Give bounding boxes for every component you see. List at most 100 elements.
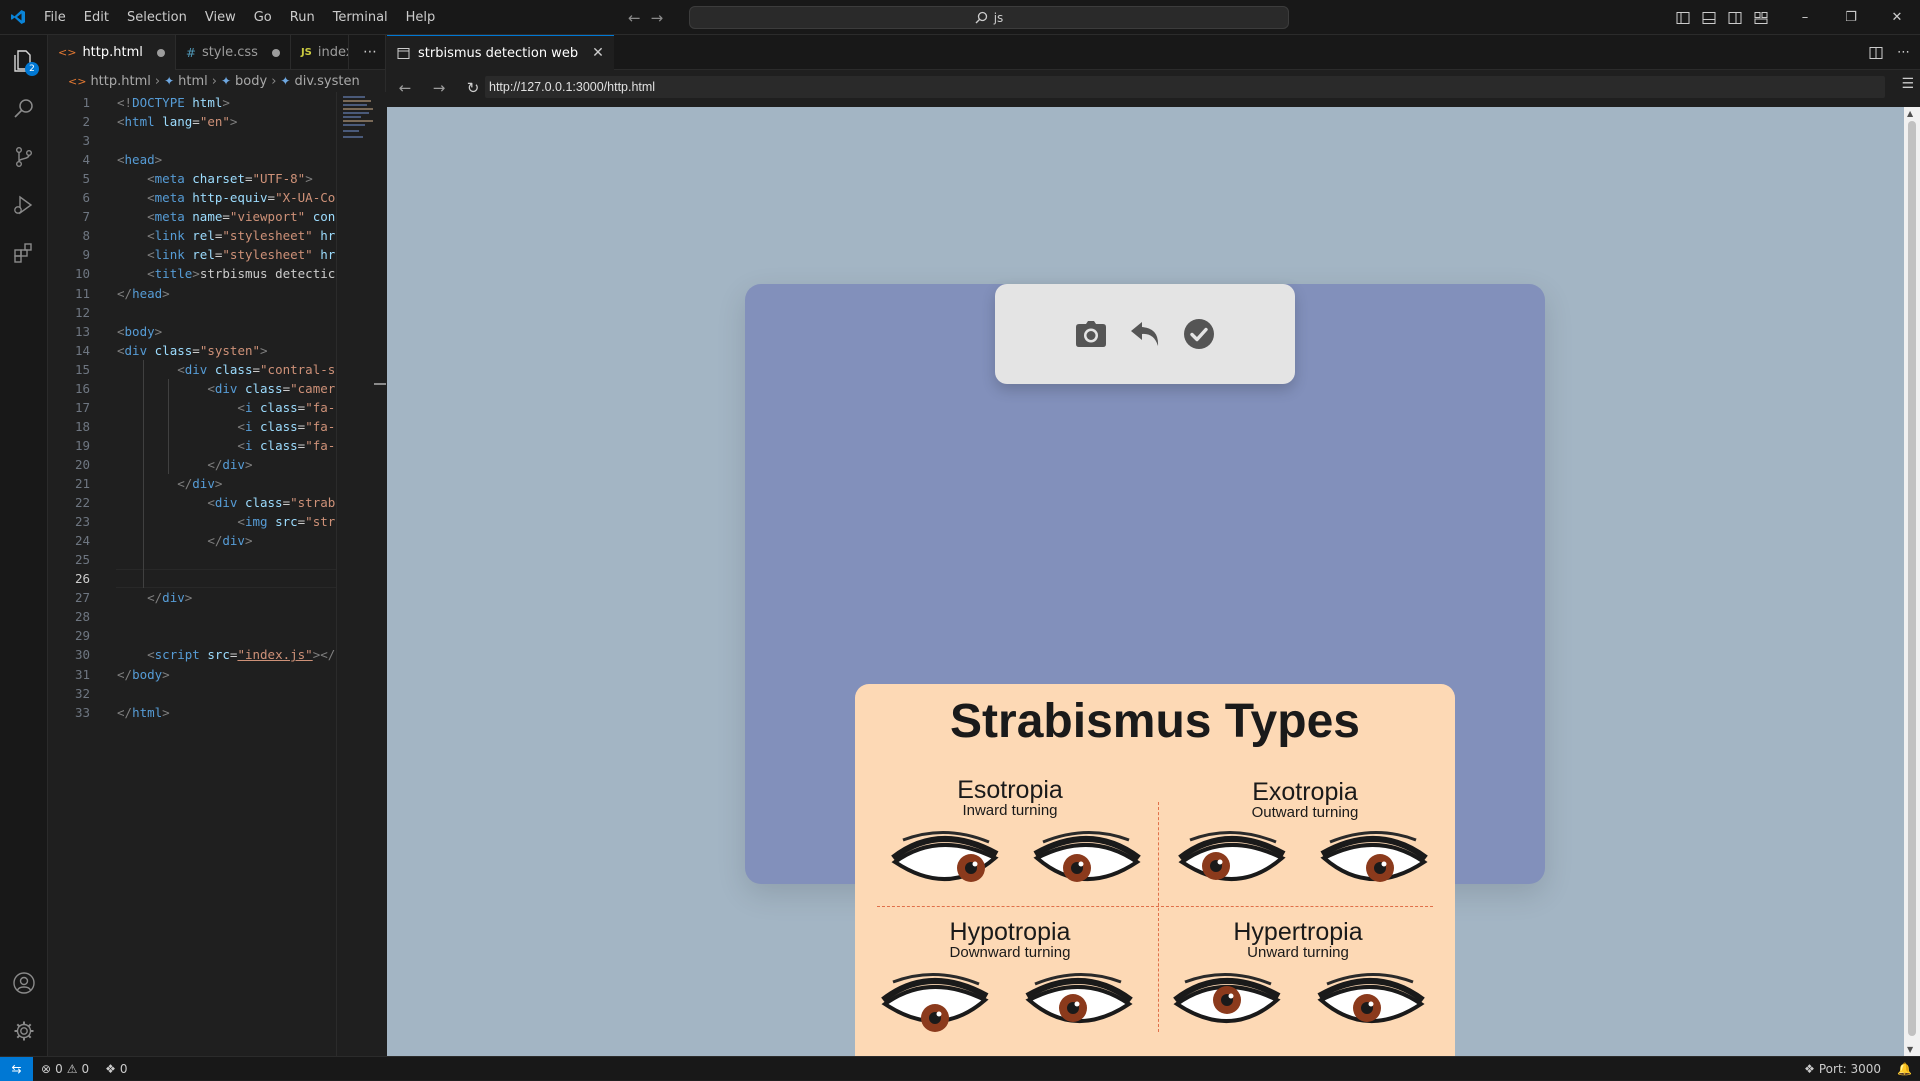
preview-tabs: strbismus detection web ✕ ⋯ — [387, 35, 1920, 70]
toggle-panel-icon[interactable] — [1696, 0, 1722, 35]
toggle-primary-sidebar-icon[interactable] — [1670, 0, 1696, 35]
restore-icon[interactable]: ❐ — [1828, 0, 1874, 35]
back-arrow-icon[interactable]: ← — [628, 9, 641, 27]
problems-indicator[interactable]: ⊗ 0 ⚠ 0 — [33, 1062, 97, 1076]
line-content: <div class="camer — [207, 380, 336, 396]
menu-edit[interactable]: Edit — [75, 0, 118, 35]
menu-go[interactable]: Go — [245, 0, 281, 35]
line-content: <meta charset="UTF-8"> — [147, 171, 313, 187]
line-content: <i class="fa- — [237, 418, 336, 434]
tab-preview[interactable]: strbismus detection web ✕ — [387, 35, 614, 70]
more-actions-icon[interactable]: ⋯ — [1897, 45, 1910, 60]
run-debug-icon[interactable] — [0, 181, 48, 229]
forward-arrow-icon[interactable]: → — [651, 9, 664, 27]
reload-icon[interactable]: ↻ — [463, 79, 483, 97]
element-icon: ✦ — [220, 74, 232, 88]
type-name: Exotropia — [1252, 778, 1358, 806]
close-tab-icon[interactable]: ✕ — [592, 45, 604, 61]
scroll-thumb[interactable] — [1908, 121, 1916, 1036]
split-editor-icon[interactable] — [1869, 46, 1883, 60]
code-area[interactable]: 1 <!DOCTYPE html> 2 <html lang="en"> 3 4 <head… — [48, 92, 336, 1056]
menu-run[interactable]: Run — [281, 0, 324, 35]
js-file-icon: JS — [300, 47, 312, 58]
line-content: <script src="index.js"></ — [147, 647, 336, 663]
line-number: 12 — [74, 304, 90, 320]
menu-file[interactable]: File — [35, 0, 75, 35]
code-line: 10 <title>strbismus detectic — [48, 264, 336, 283]
code-line: 11 </head> — [48, 284, 336, 303]
code-line: 7 <meta name="viewport" con — [48, 207, 336, 226]
menu-view[interactable]: View — [196, 0, 245, 35]
css-file-icon: # — [185, 45, 196, 60]
menu-terminal[interactable]: Terminal — [324, 0, 397, 35]
html-file-icon: <> — [58, 46, 77, 59]
live-server-port[interactable]: ❖ Port: 3000 — [1796, 1062, 1889, 1076]
line-number: 21 — [74, 476, 90, 491]
check-circle-icon[interactable] — [1183, 318, 1215, 350]
breadcrumb: <> http.html › ✦ html › ✦ body › ✦ div.s… — [48, 70, 385, 92]
status-bar: ⇆ ⊗ 0 ⚠ 0 ❖ 0 ❖ Port: 3000 🔔 — [0, 1056, 1920, 1081]
page-scrollbar[interactable]: ▲ ▼ — [1904, 107, 1920, 1056]
search-view-icon[interactable] — [0, 85, 48, 133]
type-desc: Inward turning — [962, 802, 1058, 819]
code-line: 21 </div> — [48, 474, 336, 493]
settings-gear-icon[interactable] — [0, 1007, 48, 1055]
undo-icon[interactable] — [1129, 318, 1161, 350]
code-line: 15 <div class="contral-s — [48, 360, 336, 379]
hypotropia-label: Hypotropia Downward turning — [865, 918, 1155, 961]
html-file-icon: <> — [68, 74, 87, 88]
code-line: 28 — [48, 607, 336, 626]
more-actions-icon[interactable]: ⋯ — [363, 35, 377, 70]
code-line: 32 — [48, 684, 336, 703]
line-number: 23 — [74, 514, 90, 530]
remote-indicator-icon[interactable]: ⇆ — [0, 1056, 33, 1081]
tab-style-css[interactable]: # style.css — [176, 35, 291, 70]
close-window-icon[interactable]: ✕ — [1874, 0, 1920, 35]
tab-http-html[interactable]: <> http.html — [48, 35, 176, 70]
tab-index-js[interactable]: JS index — [291, 35, 349, 70]
ports-indicator[interactable]: ❖ 0 — [97, 1062, 135, 1076]
browser-menu-icon[interactable]: ☰ — [1901, 76, 1914, 92]
source-control-icon[interactable] — [0, 133, 48, 181]
code-line: 12 — [48, 303, 336, 322]
explorer-icon[interactable]: 2 — [0, 37, 48, 85]
line-number: 24 — [74, 533, 90, 549]
line-number: 16 — [74, 380, 90, 396]
menu-help[interactable]: Help — [397, 0, 445, 35]
minimize-icon[interactable]: – — [1782, 0, 1828, 35]
breadcrumb-item[interactable]: div.systen — [294, 74, 359, 89]
minimap[interactable] — [336, 92, 386, 1056]
unsaved-dot-icon[interactable] — [271, 48, 280, 57]
accounts-icon[interactable] — [0, 959, 48, 1007]
breadcrumb-item[interactable]: http.html — [90, 74, 150, 89]
code-line: 18 <i class="fa- — [48, 417, 336, 436]
unsaved-dot-icon[interactable] — [156, 48, 165, 57]
menu-selection[interactable]: Selection — [118, 0, 196, 35]
history-nav: ← → — [628, 0, 663, 35]
toggle-secondary-sidebar-icon[interactable] — [1722, 0, 1748, 35]
code-line: 24 </div> — [48, 531, 336, 550]
line-content: <div class="systen"> — [117, 342, 268, 358]
browser-back-icon[interactable]: ← — [395, 79, 415, 97]
code-line: 2 <html lang="en"> — [48, 112, 336, 131]
hypertropia-label: Hypertropia Unward turning — [1153, 918, 1443, 961]
chevron-right-icon: › — [154, 73, 161, 89]
browser-forward-icon[interactable]: → — [429, 79, 449, 97]
breadcrumb-item[interactable]: body — [235, 74, 267, 89]
line-number: 30 — [74, 647, 90, 663]
scroll-down-icon[interactable]: ▼ — [1907, 1045, 1913, 1054]
breadcrumb-item[interactable]: html — [178, 74, 208, 89]
code-line: 4 <head> — [48, 150, 336, 169]
editor-sash[interactable] — [374, 383, 386, 385]
scroll-up-icon[interactable]: ▲ — [1907, 109, 1913, 118]
line-number: 10 — [74, 266, 90, 282]
extensions-icon[interactable] — [0, 229, 48, 277]
code-line: 16 <div class="camer — [48, 379, 336, 398]
camera-icon[interactable] — [1075, 318, 1107, 350]
command-center-search[interactable]: js — [689, 6, 1289, 29]
url-input[interactable]: http://127.0.0.1:3000/http.html — [485, 76, 1885, 98]
line-number: 13 — [74, 323, 90, 339]
strabismus-types-image: Strabismus Types Esotropia Inward turnin… — [855, 684, 1455, 1056]
customize-layout-icon[interactable] — [1748, 0, 1774, 35]
notifications-bell-icon[interactable]: 🔔 — [1889, 1062, 1920, 1076]
